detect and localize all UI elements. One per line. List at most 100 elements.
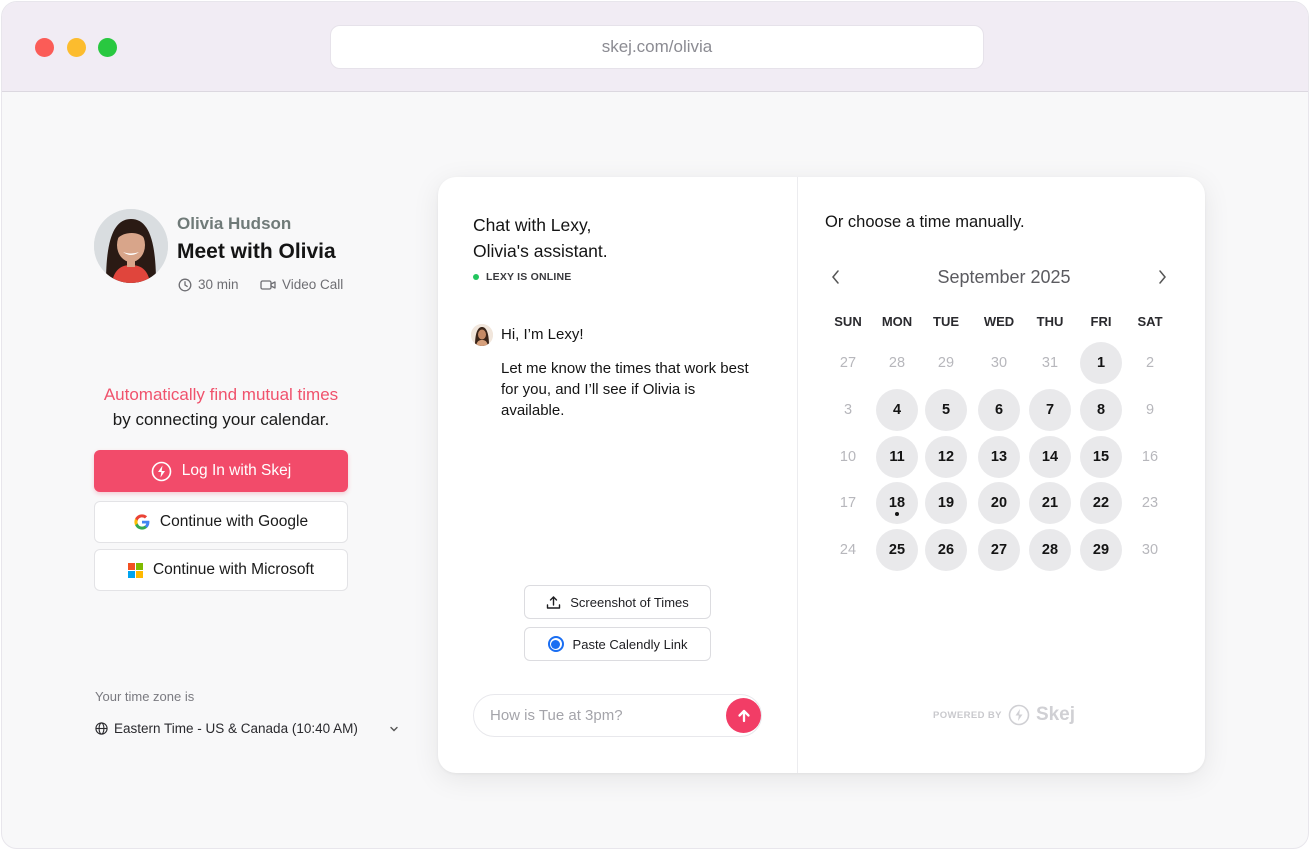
video-camera-icon: [260, 279, 276, 290]
upload-icon: [547, 595, 561, 609]
login-skej-label: Log In with Skej: [181, 462, 292, 479]
calendar-month: September 2025: [937, 267, 1071, 287]
send-button[interactable]: [726, 698, 761, 733]
chat-input[interactable]: How is Tue at 3pm?: [473, 694, 762, 737]
chevron-left-icon[interactable]: [830, 269, 842, 285]
timezone-label: Your time zone is: [95, 689, 195, 704]
google-logo-icon: [134, 514, 150, 530]
minimize-window-button[interactable]: [67, 38, 86, 57]
card-divider: [797, 177, 798, 773]
calendar-day-unavailable: 30: [990, 355, 1008, 371]
skej-brand-label: Skej: [1035, 704, 1076, 725]
login-skej-button[interactable]: Log In with Skej: [94, 450, 348, 492]
calendar-day-unavailable: 29: [937, 355, 955, 371]
chat-title-line2: Olivia's assistant.: [473, 241, 608, 261]
powered-by-badge: POWERED BY Skej: [933, 704, 1075, 726]
online-status-label: LEXY IS ONLINE: [486, 271, 572, 283]
promo-headline: Automatically find mutual times: [103, 385, 339, 404]
weekday-sun: SUN: [834, 314, 862, 329]
calendar-day-unavailable: 9: [1145, 402, 1155, 418]
chevron-down-icon: [390, 726, 398, 731]
screenshot-of-times-label: Screenshot of Times: [570, 594, 689, 610]
host-name: Olivia Hudson: [177, 214, 292, 233]
duration-info: 30 min: [178, 277, 239, 292]
globe-icon: [95, 722, 108, 735]
calendar-day-available[interactable]: 13: [978, 436, 1020, 478]
paste-calendly-link-label: Paste Calendly Link: [572, 636, 688, 652]
calendar-day-unavailable: 2: [1145, 355, 1155, 371]
calendar-day-available[interactable]: 6: [978, 389, 1020, 431]
calendar-day-available[interactable]: 22: [1080, 482, 1122, 524]
bolt-circle-icon: [151, 461, 172, 481]
calendar-day-unavailable: 3: [843, 402, 853, 418]
calendar-day-available[interactable]: 25: [876, 529, 918, 571]
call-type-info: Video Call: [260, 277, 343, 292]
calendar-day-available[interactable]: 26: [925, 529, 967, 571]
continue-microsoft-button[interactable]: Continue with Microsoft: [94, 549, 348, 591]
calendar-day-available[interactable]: 4: [876, 389, 918, 431]
calendar-day-available[interactable]: 1: [1080, 342, 1122, 384]
skej-logo-icon: [1008, 704, 1030, 726]
today-indicator-icon: [895, 512, 899, 516]
powered-by-label: POWERED BY: [933, 709, 1002, 721]
assistant-message: Let me know the times that work best for…: [501, 360, 749, 419]
address-bar[interactable]: skej.com/olivia: [330, 25, 984, 69]
maximize-window-button[interactable]: [98, 38, 117, 57]
weekday-wed: WED: [983, 314, 1015, 329]
calendar-day-available[interactable]: 11: [876, 436, 918, 478]
calendar-day-unavailable: 27: [839, 355, 857, 371]
calendar-day-available[interactable]: 8: [1080, 389, 1122, 431]
promo-subline: by connecting your calendar.: [112, 410, 330, 429]
arrow-up-icon: [737, 709, 750, 722]
browser-window: skej.com/olivia Olivia Hudson Meet with …: [1, 1, 1309, 849]
chat-title-line1: Chat with Lexy,: [473, 215, 592, 235]
calendar-day-available[interactable]: 21: [1029, 482, 1071, 524]
calendar-day-unavailable: 10: [839, 449, 857, 465]
calendar-day-available[interactable]: 18: [876, 482, 918, 524]
chevron-right-icon[interactable]: [1156, 269, 1168, 285]
continue-google-button[interactable]: Continue with Google: [94, 501, 348, 543]
calendar-day-unavailable: 31: [1041, 355, 1059, 371]
calendar-day-available[interactable]: 15: [1080, 436, 1122, 478]
paste-calendly-link-button[interactable]: Paste Calendly Link: [524, 627, 711, 661]
host-avatar: [94, 209, 168, 283]
calendar-day-available[interactable]: 14: [1029, 436, 1071, 478]
microsoft-logo-icon: [127, 562, 143, 578]
screenshot-of-times-button[interactable]: Screenshot of Times: [524, 585, 711, 619]
timezone-select[interactable]: Eastern Time - US & Canada (10:40 AM): [95, 721, 399, 736]
clock-icon: [178, 278, 192, 291]
assistant-greeting: Hi, I’m Lexy!: [501, 326, 584, 343]
close-window-button[interactable]: [35, 38, 54, 57]
manual-heading: Or choose a time manually.: [825, 213, 1025, 231]
booking-card: Chat with Lexy, Olivia's assistant. LEXY…: [438, 177, 1205, 773]
calendar-day-available[interactable]: 19: [925, 482, 967, 524]
weekday-fri: FRI: [1090, 314, 1112, 329]
weekday-sat: SAT: [1137, 314, 1163, 329]
weekday-tue: TUE: [933, 314, 959, 329]
calendar-day-unavailable: 23: [1141, 495, 1159, 511]
meeting-title: Meet with Olivia: [177, 240, 336, 263]
chat-title: Chat with Lexy, Olivia's assistant.: [473, 212, 608, 264]
calendar-day-unavailable: 30: [1141, 542, 1159, 558]
continue-google-label: Continue with Google: [159, 513, 309, 530]
calendar-day-available[interactable]: 7: [1029, 389, 1071, 431]
calendar-day-available[interactable]: 28: [1029, 529, 1071, 571]
weekday-thu: THU: [1036, 314, 1064, 329]
calendar-day-available[interactable]: 27: [978, 529, 1020, 571]
calendar-day-unavailable: 24: [839, 542, 857, 558]
calendar-day-unavailable: 16: [1141, 449, 1159, 465]
timezone-value: Eastern Time - US & Canada (10:40 AM): [114, 721, 358, 736]
duration-label: 30 min: [198, 277, 239, 292]
continue-microsoft-label: Continue with Microsoft: [152, 561, 315, 578]
calendar-day-available[interactable]: 29: [1080, 529, 1122, 571]
calendar-day-unavailable: 17: [839, 495, 857, 511]
call-type-label: Video Call: [282, 277, 344, 292]
online-dot-icon: [473, 274, 479, 280]
calendar-day-available[interactable]: 5: [925, 389, 967, 431]
weekday-mon: MON: [881, 314, 913, 329]
calendar-day-unavailable: 28: [888, 355, 906, 371]
browser-titlebar: skej.com/olivia: [2, 2, 1308, 92]
calendar-day-available[interactable]: 12: [925, 436, 967, 478]
calendly-logo-icon: [547, 636, 564, 652]
calendar-day-available[interactable]: 20: [978, 482, 1020, 524]
